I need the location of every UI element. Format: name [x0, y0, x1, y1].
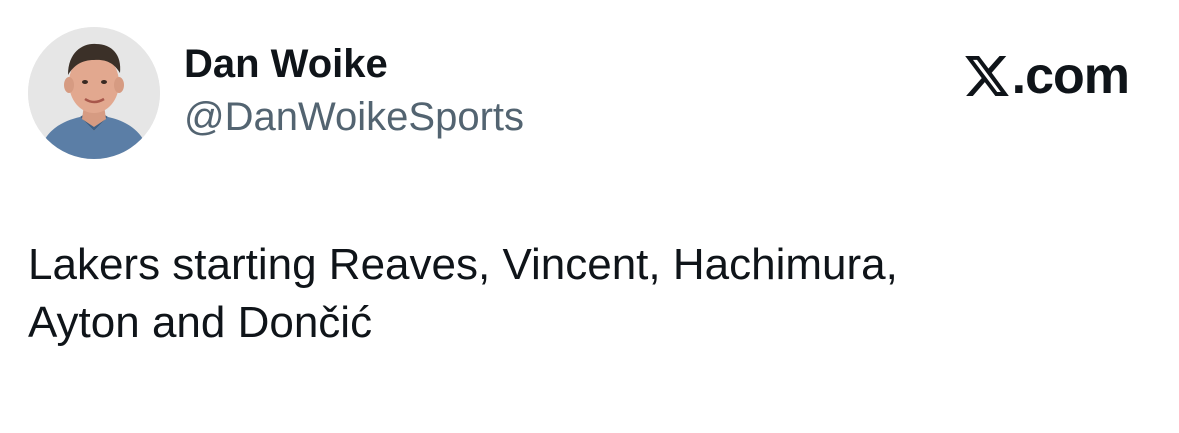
tweet-text-line: Lakers starting Reaves, Vincent, Hachimu…: [28, 240, 898, 289]
author-handle[interactable]: @DanWoikeSports: [184, 93, 524, 141]
tweet-text-line: Ayton and Dončić: [28, 298, 373, 347]
avatar[interactable]: [28, 27, 160, 159]
brand-text: .com: [1011, 47, 1130, 105]
tweet-card: Dan Woike @DanWoikeSports .com Lakers st…: [0, 0, 1179, 433]
tweet-text: Lakers starting Reaves, Vincent, Hachimu…: [28, 236, 1128, 352]
x-logo-icon: [964, 56, 1009, 96]
x-com-brand: .com: [964, 46, 1130, 106]
avatar-photo: [28, 27, 160, 159]
author-display-name[interactable]: Dan Woike: [184, 40, 524, 88]
author-info: Dan Woike @DanWoikeSports: [184, 40, 524, 141]
